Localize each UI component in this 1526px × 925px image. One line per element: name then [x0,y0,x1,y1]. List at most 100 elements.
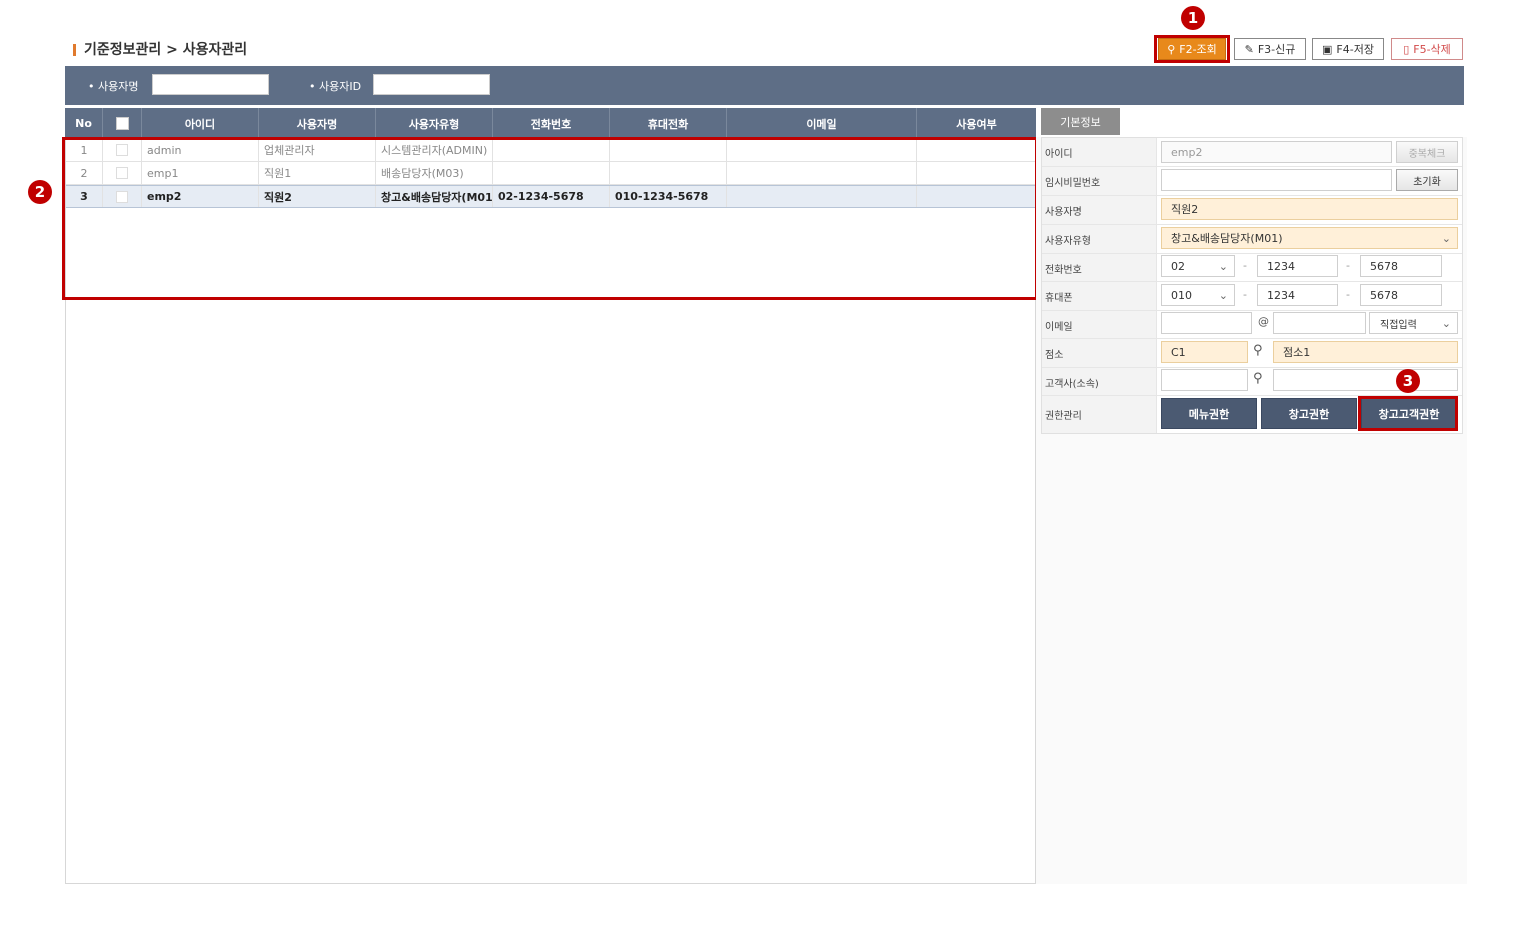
search-icon[interactable]: ⚲ [1253,343,1263,358]
phone-middle-field[interactable]: 1234 [1257,255,1338,277]
label-permission: 권한관리 [1042,396,1157,433]
customer-name-field[interactable] [1273,369,1458,391]
grid-header: No 아이디 사용자명 사용자유형 전화번호 휴대전화 이메일 사용여부 [65,108,1036,139]
table-row-selected[interactable]: 3 emp2 직원2 창고&배송담당자(M01) 02-1234-5678 01… [66,185,1035,208]
trash-icon: ▯ [1403,42,1410,56]
label-temp-password: 임시비밀번호 [1042,167,1157,195]
email-at-sign: @ [1258,315,1269,328]
user-name-filter-input[interactable] [152,74,269,95]
chevron-down-icon: ⌄ [1441,316,1451,330]
row-checkbox[interactable] [116,144,128,156]
new-button[interactable]: ✎ F3-신규 [1234,38,1306,60]
cell-id: emp1 [142,162,259,184]
cell-id: emp2 [142,186,259,207]
col-use[interactable]: 사용여부 [917,108,1036,139]
phone-last-field[interactable]: 5678 [1360,255,1442,277]
cell-phone [493,139,610,161]
cell-use [917,186,1035,207]
search-icon: ⚲ [1167,42,1176,56]
col-id[interactable]: 아이디 [142,108,259,139]
marker-1: 1 [1181,6,1205,30]
save-button-label: F4-저장 [1336,43,1374,56]
col-email[interactable]: 이메일 [727,108,917,139]
cell-type: 시스템관리자(ADMIN) [376,139,493,161]
label-phone: 전화번호 [1042,254,1157,282]
phone-area-value: 02 [1171,259,1185,273]
user-id-filter-input[interactable] [373,74,490,95]
cell-name: 직원2 [259,186,376,207]
edit-icon: ✎ [1244,42,1254,56]
email-user-field[interactable] [1161,312,1252,334]
row-checkbox[interactable] [116,167,128,179]
col-check[interactable] [103,108,142,139]
cell-id: admin [142,139,259,161]
mobile-middle-field[interactable]: 1234 [1257,284,1338,306]
search-icon[interactable]: ⚲ [1253,371,1263,386]
label-user-type: 사용자유형 [1042,225,1157,253]
user-id-filter-label: • 사용자ID [309,80,362,93]
table-row[interactable]: 1 admin 업체관리자 시스템관리자(ADMIN) [66,139,1035,162]
label-user-name: 사용자명 [1042,196,1157,224]
duplicate-check-button[interactable]: 중복체크 [1396,141,1458,163]
search-button-label: F2-조회 [1179,43,1217,56]
col-mobile[interactable]: 휴대전화 [610,108,727,139]
cell-phone: 02-1234-5678 [493,186,610,207]
cell-check[interactable] [103,186,142,207]
search-button[interactable]: ⚲ F2-조회 [1158,38,1226,60]
tab-basic-info[interactable]: 기본정보 [1041,108,1120,135]
cell-mobile [610,139,727,161]
cell-check[interactable] [103,162,142,184]
dash-separator: - [1346,288,1350,301]
customer-code-field[interactable] [1161,369,1248,391]
label-mobile: 휴대폰 [1042,282,1157,310]
email-domain-field[interactable] [1273,312,1366,334]
save-button[interactable]: ▣ F4-저장 [1312,38,1384,60]
select-all-checkbox[interactable] [115,117,129,130]
label-customer: 고객사(소속) [1042,368,1157,396]
cell-phone [493,162,610,184]
page-title: 기준정보관리 > 사용자관리 [84,42,248,58]
phone-area-select[interactable]: 02 ⌄ [1161,255,1235,277]
shop-name-field[interactable]: 점소1 [1273,341,1458,363]
chevron-down-icon: ⌄ [1218,259,1228,273]
email-domain-select[interactable]: 직접입력 ⌄ [1369,312,1458,334]
dash-separator: - [1346,259,1350,272]
label-id: 아이디 [1042,138,1157,166]
cell-email [727,162,917,184]
id-field[interactable]: emp2 [1161,141,1392,163]
label-email: 이메일 [1042,311,1157,339]
col-phone[interactable]: 전화번호 [493,108,610,139]
label-shop: 점소 [1042,339,1157,367]
delete-button[interactable]: ▯ F5-삭제 [1391,38,1463,60]
cell-type: 배송담당자(M03) [376,162,493,184]
col-type[interactable]: 사용자유형 [376,108,493,139]
cell-no: 1 [66,139,103,161]
mobile-prefix-value: 010 [1171,288,1192,302]
cell-type: 창고&배송담당자(M01) [376,186,493,207]
shop-code-field[interactable]: C1 [1161,341,1248,363]
col-name[interactable]: 사용자명 [259,108,376,139]
temp-password-field[interactable] [1161,169,1392,191]
warehouse-customer-permission-button[interactable]: 창고고객권한 [1361,398,1457,429]
table-row[interactable]: 2 emp1 직원1 배송담당자(M03) [66,162,1035,185]
cell-mobile [610,162,727,184]
cell-check[interactable] [103,139,142,161]
user-type-value: 창고&배송담당자(M01) [1171,232,1283,245]
user-name-filter-label: • 사용자명 [88,80,139,93]
mobile-last-field[interactable]: 5678 [1360,284,1442,306]
reset-button[interactable]: 초기화 [1396,169,1458,191]
menu-permission-button[interactable]: 메뉴권한 [1161,398,1257,429]
mobile-prefix-select[interactable]: 010 ⌄ [1161,284,1235,306]
dash-separator: - [1243,288,1247,301]
cell-name: 직원1 [259,162,376,184]
user-type-select[interactable]: 창고&배송담당자(M01) ⌄ [1161,227,1458,249]
dash-separator: - [1243,259,1247,272]
warehouse-permission-button[interactable]: 창고권한 [1261,398,1357,429]
col-no: No [65,108,103,139]
row-checkbox[interactable] [116,190,128,203]
email-domain-select-value: 직접입력 [1380,319,1417,331]
user-grid [65,108,1036,884]
user-name-field[interactable]: 직원2 [1161,198,1458,220]
marker-2: 2 [28,180,52,204]
cell-use [917,162,1035,184]
